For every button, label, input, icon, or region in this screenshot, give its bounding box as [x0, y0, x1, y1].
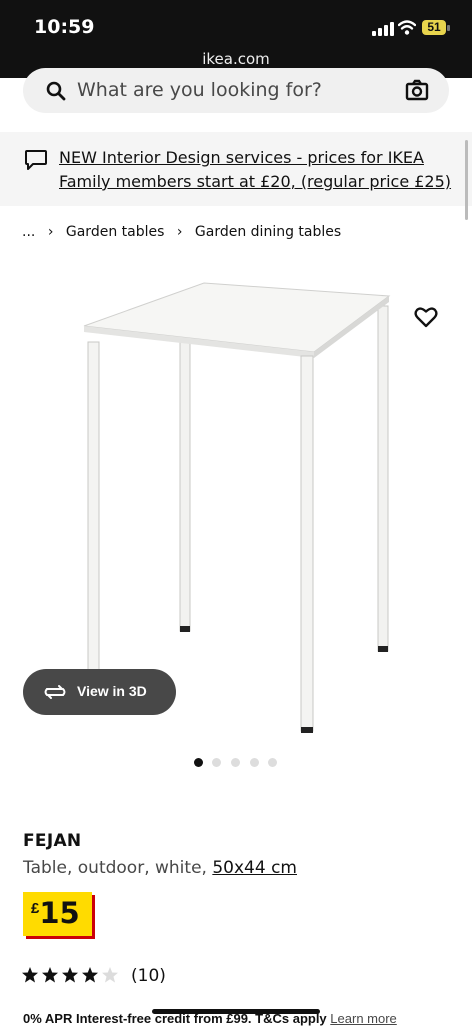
battery-level: 51 [427, 20, 441, 34]
camera-search-icon[interactable] [405, 79, 429, 101]
banner-link[interactable]: NEW Interior Design services - prices fo… [59, 146, 455, 194]
search-input[interactable]: What are you looking for? [23, 68, 449, 113]
carousel-dots [194, 758, 284, 770]
carousel-dot[interactable] [231, 758, 240, 767]
rotate-3d-icon [44, 685, 66, 699]
chevron-right-icon: › [47, 224, 54, 240]
battery-tip [447, 25, 450, 31]
promo-banner[interactable]: NEW Interior Design services - prices fo… [0, 132, 472, 206]
price-amount: 15 [39, 896, 80, 930]
battery-icon: 51 [422, 20, 446, 35]
breadcrumb-garden-tables[interactable]: Garden tables [66, 224, 165, 240]
carousel-dot[interactable] [212, 758, 221, 767]
breadcrumb-garden-dining-tables[interactable]: Garden dining tables [195, 224, 341, 240]
view-in-3d-label: View in 3D [77, 683, 147, 699]
price-currency: £ [31, 900, 40, 917]
speech-bubble-icon [25, 150, 47, 170]
search-icon [46, 81, 66, 101]
carousel-dot[interactable] [250, 758, 259, 767]
wifi-icon [398, 20, 416, 35]
star-icon [82, 967, 98, 983]
carousel-dot[interactable] [268, 758, 277, 767]
status-bar: 10:59 51 ikea.com [0, 0, 472, 78]
signal-icon [372, 22, 394, 36]
product-description: Table, outdoor, white, 50x44 cm [23, 858, 297, 878]
product-size-link[interactable]: 50x44 cm [212, 858, 297, 878]
heart-icon[interactable] [414, 306, 438, 328]
star-empty-icon [102, 967, 118, 983]
carousel-dot[interactable] [194, 758, 203, 767]
star-icon [62, 967, 78, 983]
star-rating[interactable] [22, 966, 122, 986]
star-icon [22, 967, 38, 983]
product-type: Table, outdoor, white, [23, 858, 207, 878]
product-name: FEJAN [23, 831, 82, 851]
price-tag: £ 15 [23, 892, 92, 936]
home-indicator[interactable] [152, 1009, 320, 1014]
review-count[interactable]: (10) [131, 966, 166, 986]
breadcrumb: ... › Garden tables › Garden dining tabl… [22, 224, 341, 240]
star-icon [42, 967, 58, 983]
search-area: What are you looking for? [0, 68, 472, 122]
scrollbar[interactable] [465, 140, 468, 220]
search-placeholder: What are you looking for? [77, 79, 322, 101]
view-in-3d-button[interactable]: View in 3D [23, 669, 176, 715]
chevron-right-icon: › [176, 224, 183, 240]
status-time: 10:59 [34, 16, 95, 38]
breadcrumb-ellipsis[interactable]: ... [22, 224, 35, 240]
url-bar[interactable]: ikea.com [0, 50, 472, 68]
